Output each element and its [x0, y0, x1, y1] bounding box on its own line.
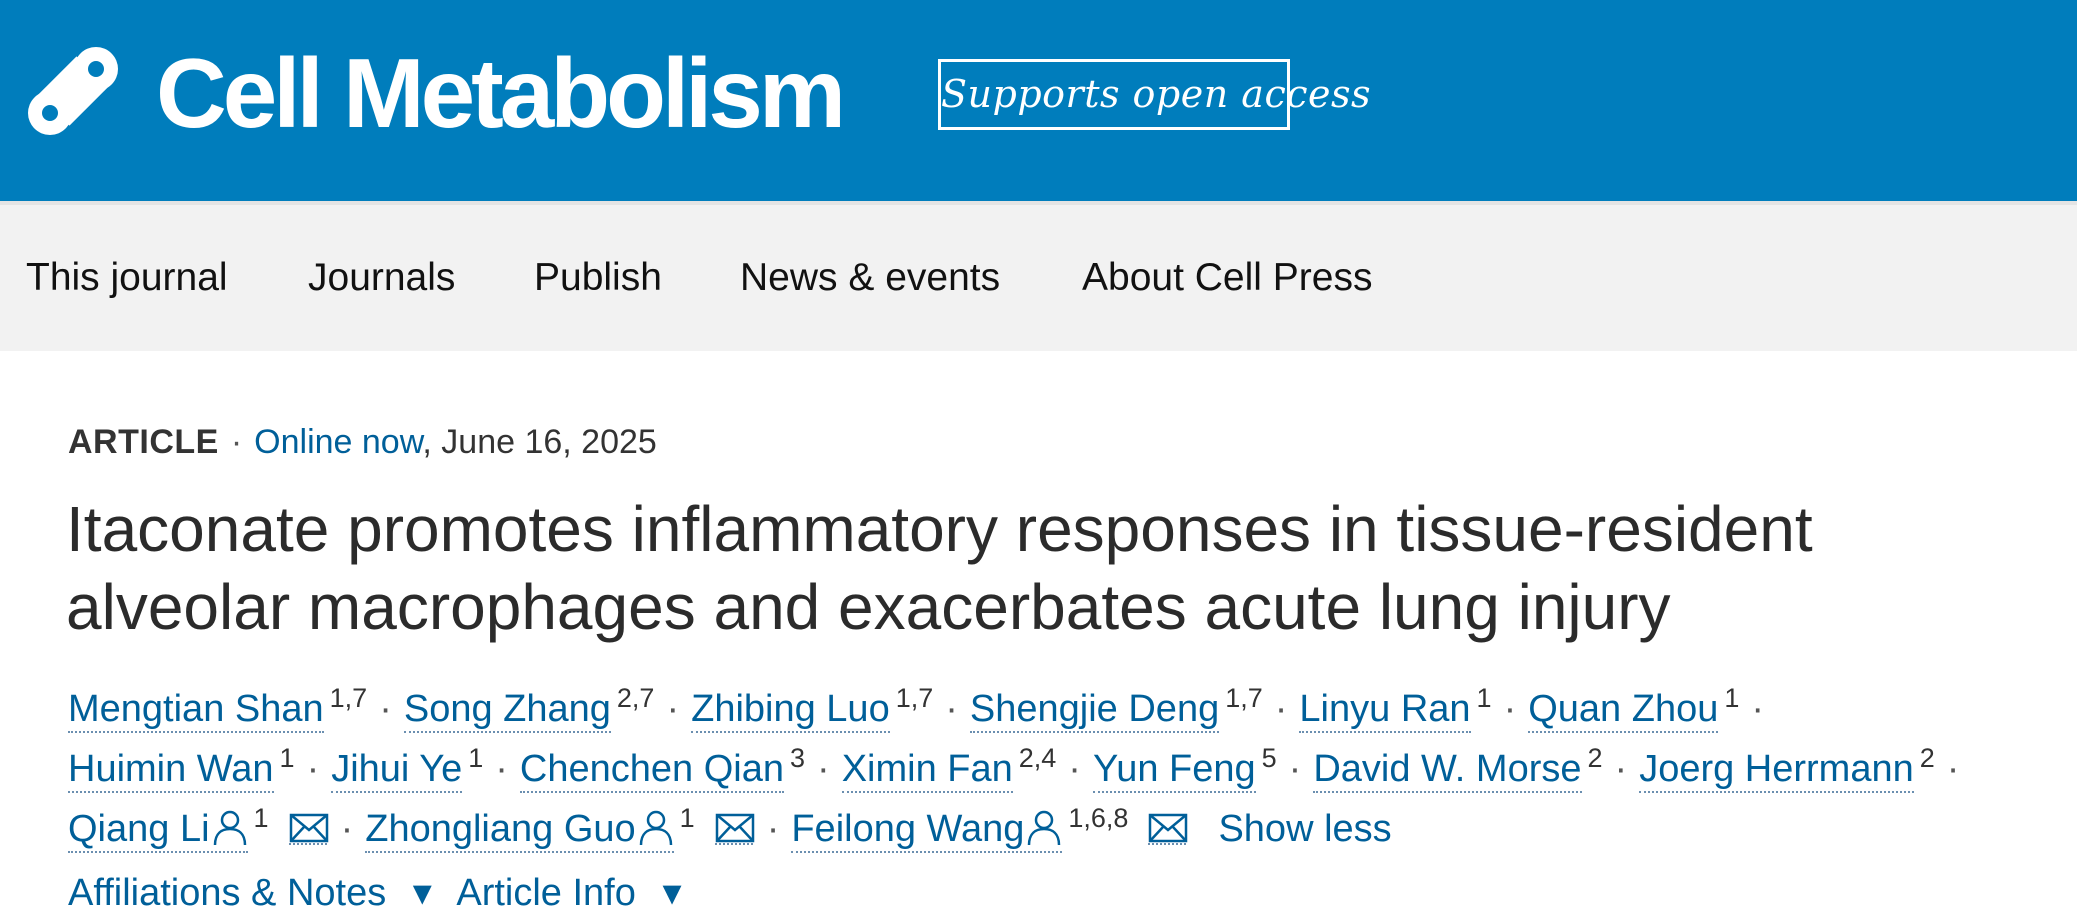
affiliation-sup: 1: [279, 743, 295, 773]
author-name: Feilong Wang: [791, 808, 1025, 850]
separator: ·: [1751, 688, 1765, 730]
author-name: Qiang Li: [68, 808, 210, 850]
author-row: Qiang Li 1 · Zhongliang Guo 1 · Feilong Wang 1,…: [68, 788, 2068, 853]
journal-banner: Cell Metabolism Supports open access: [0, 0, 2077, 201]
separator: ·: [1274, 688, 1288, 730]
separator: ·: [340, 808, 354, 850]
author-link[interactable]: Quan Zhou: [1528, 688, 1719, 733]
person-icon: [213, 810, 246, 846]
separator: ·: [379, 688, 392, 730]
article-info-links: Affiliations & Notes ▾ Article Info ▾: [68, 868, 698, 918]
author-row: Mengtian Shan 1,7 · Song Zhang 2,7 · Zhibing L…: [68, 668, 2068, 733]
separator: ·: [1946, 748, 1960, 790]
mail-icon[interactable]: [714, 813, 755, 845]
article-type: ARTICLE: [68, 423, 219, 461]
author-name: Zhongliang Guo: [365, 808, 636, 850]
affiliation-sup: 1,6,8: [1068, 803, 1129, 833]
separator: ·: [1288, 748, 1302, 790]
separator: ·: [666, 688, 680, 730]
separator: ·: [306, 748, 320, 790]
affiliation-sup: 1: [253, 803, 269, 833]
affiliation-sup: 2,7: [616, 683, 655, 713]
author-link[interactable]: Jihui Ye: [331, 748, 463, 793]
chevron-down-icon: ▾: [662, 872, 682, 914]
publication-date: , June 16, 2025: [422, 423, 657, 461]
affiliation-sup: 1: [468, 743, 484, 773]
person-icon: [639, 810, 672, 846]
nav-item-news-events[interactable]: News & events: [740, 253, 1000, 303]
author-link[interactable]: Zhongliang Guo: [365, 808, 674, 853]
affiliation-sup: 1: [1724, 683, 1740, 713]
author-link[interactable]: Yun Feng: [1092, 748, 1256, 793]
author-list: Mengtian Shan 1,7 · Song Zhang 2,7 · Zhibing L…: [68, 668, 2068, 853]
separator: ·: [1614, 748, 1628, 790]
nav-item-this-journal[interactable]: This journal: [26, 253, 228, 303]
author-link[interactable]: Chenchen Qian: [519, 748, 784, 793]
article-info-link[interactable]: Article Info: [456, 872, 636, 914]
affiliation-sup: 5: [1261, 743, 1277, 773]
affiliation-sup: 1,7: [329, 683, 368, 713]
main-navigation: This journal Journals Publish News & eve…: [0, 201, 2077, 351]
author-link[interactable]: Feilong Wang: [791, 808, 1063, 853]
journal-title[interactable]: Cell Metabolism: [156, 38, 846, 148]
separator: ·: [766, 808, 780, 850]
author-link[interactable]: Song Zhang: [403, 688, 611, 733]
author-link[interactable]: Joerg Herrmann: [1639, 748, 1914, 793]
separator: ·: [230, 423, 243, 461]
open-access-badge[interactable]: Supports open access: [938, 59, 1371, 130]
author-link[interactable]: Mengtian Shan: [68, 688, 324, 733]
online-now-link[interactable]: Online now: [254, 423, 422, 461]
cell-press-logo-icon[interactable]: [26, 45, 120, 137]
person-icon: [1028, 810, 1061, 846]
nav-item-about-cell-press[interactable]: About Cell Press: [1082, 253, 1372, 303]
article-title: Itaconate promotes inflammatory response…: [66, 493, 1813, 643]
separator: ·: [817, 748, 830, 790]
affiliation-sup: 1,7: [1225, 683, 1263, 713]
affiliation-sup: 2: [1587, 743, 1603, 773]
separator: ·: [1503, 688, 1517, 730]
author-link[interactable]: Qiang Li: [68, 808, 248, 853]
author-link[interactable]: Ximin Fan: [841, 748, 1013, 793]
affiliation-sup: 1,7: [895, 683, 934, 713]
affiliation-sup: 2,4: [1018, 743, 1057, 773]
author-row: Huimin Wan 1 · Jihui Ye 1 · Chenchen Qian 3 · Xim…: [68, 728, 2068, 793]
affiliation-sup: 1: [1476, 683, 1492, 713]
mail-icon[interactable]: [288, 813, 329, 845]
nav-item-publish[interactable]: Publish: [534, 253, 662, 303]
separator: ·: [945, 688, 958, 730]
nav-item-journals[interactable]: Journals: [308, 253, 455, 303]
author-link[interactable]: Shengjie Deng: [969, 688, 1220, 733]
mail-icon[interactable]: [1148, 813, 1189, 845]
author-link[interactable]: David W. Morse: [1313, 748, 1582, 793]
author-link[interactable]: Linyu Ran: [1299, 688, 1471, 733]
chevron-down-icon: ▾: [412, 872, 432, 914]
author-link[interactable]: Zhibing Luo: [691, 688, 890, 733]
affiliation-sup: 1: [679, 803, 695, 833]
article-meta: ARTICLE · Online now, June 16, 2025: [68, 420, 657, 464]
separator: ·: [1068, 748, 1081, 790]
affiliation-sup: 2: [1919, 743, 1935, 773]
separator: ·: [495, 748, 508, 790]
affiliations-notes-link[interactable]: Affiliations & Notes: [68, 872, 386, 914]
affiliation-sup: 3: [790, 743, 806, 773]
author-link[interactable]: Huimin Wan: [68, 748, 274, 793]
show-less-button[interactable]: Show less: [1218, 808, 1391, 850]
